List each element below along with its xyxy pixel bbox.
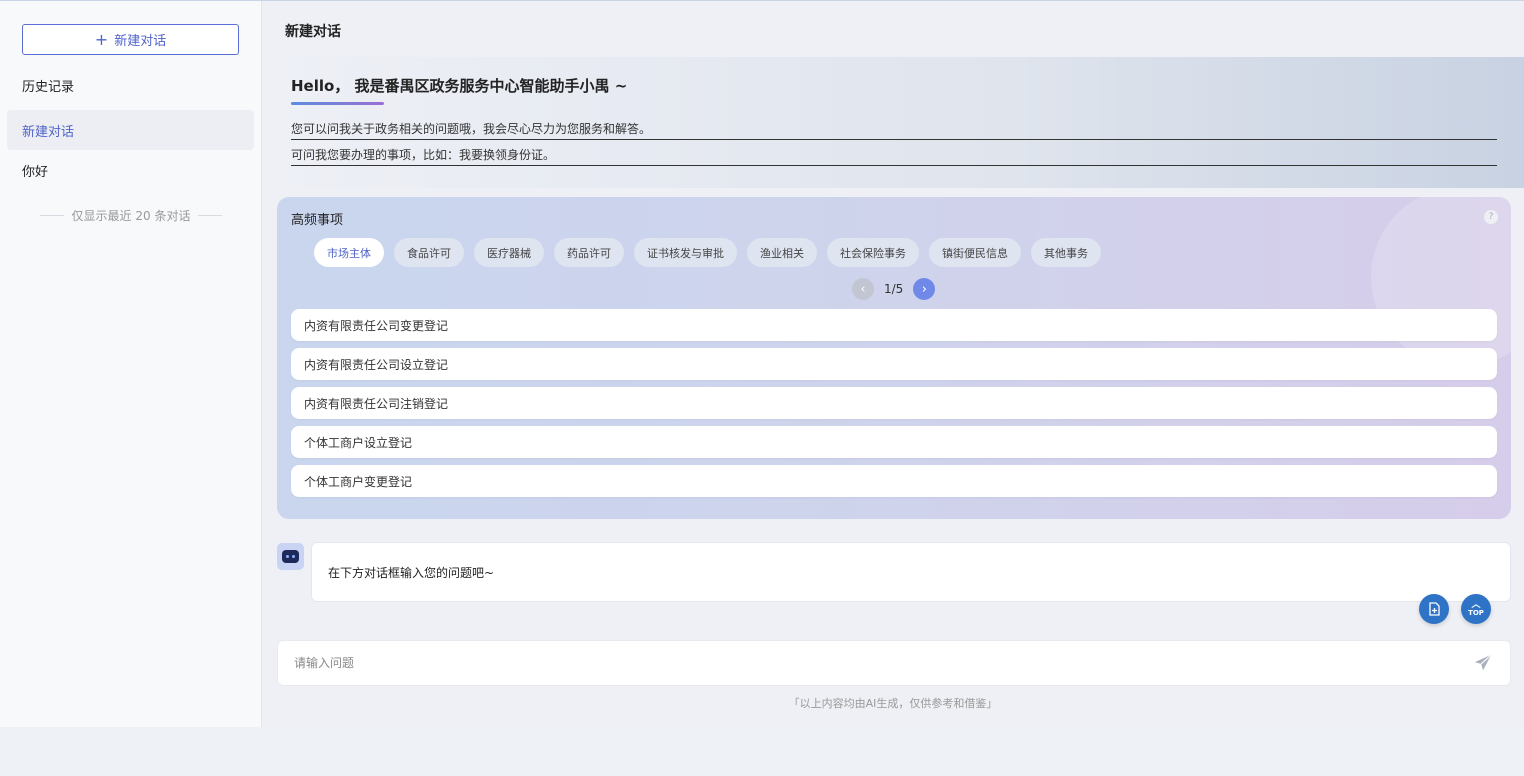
tab-other[interactable]: 其他事务: [1031, 238, 1101, 267]
welcome-line-2: 可问我您要办理的事项，比如：我要换领身份证。: [291, 140, 1497, 166]
list-item[interactable]: 个体工商户设立登记: [291, 426, 1497, 458]
tab-market-entity[interactable]: 市场主体: [314, 238, 384, 267]
main-panel: 新建对话 Hello， 我是番禺区政务服务中心智能助手小禺 ~ 您可以问我关于政…: [262, 1, 1524, 727]
top-label: TOP: [1468, 609, 1484, 617]
recent-note: 仅显示最近 20 条对话: [40, 207, 222, 224]
tab-fishery[interactable]: 渔业相关: [747, 238, 817, 267]
history-item-hello[interactable]: 你好: [7, 150, 254, 190]
frequent-title: 高频事项: [291, 213, 344, 228]
robot-icon: [282, 550, 299, 563]
chevron-left-icon[interactable]: ‹: [852, 278, 874, 300]
chevron-up-icon: ︿: [1471, 600, 1481, 610]
chat-input-box: [277, 640, 1511, 686]
bot-message: 在下方对话框输入您的问题吧~: [311, 542, 1511, 602]
send-icon[interactable]: [1472, 652, 1494, 674]
category-tabs: 市场主体 食品许可 医疗器械 药品许可 证书核发与审批 渔业相关 社会保险事务 …: [314, 238, 1101, 267]
new-document-button[interactable]: [1419, 594, 1449, 624]
tab-drug-license[interactable]: 药品许可: [554, 238, 624, 267]
tab-medical-device[interactable]: 医疗器械: [474, 238, 544, 267]
welcome-banner: Hello， 我是番禺区政务服务中心智能助手小禺 ~ 您可以问我关于政务相关的问…: [262, 57, 1524, 188]
help-icon[interactable]: ?: [1484, 210, 1498, 224]
history-item-label: 你好: [22, 164, 49, 180]
frequent-items-list: 内资有限责任公司变更登记 内资有限责任公司设立登记 内资有限责任公司注销登记 个…: [291, 309, 1497, 504]
ai-disclaimer: 「以上内容均由AI生成，仅供参考和借鉴」: [788, 697, 998, 710]
welcome-line-1: 您可以问我关于政务相关的问题哦，我会尽心尽力为您服务和解答。: [291, 114, 1497, 140]
tab-food-license[interactable]: 食品许可: [394, 238, 464, 267]
recent-note-text: 仅显示最近 20 条对话: [71, 209, 191, 223]
page-title: 新建对话: [262, 1, 1524, 57]
page-indicator: 1/5: [884, 282, 904, 296]
back-to-top-button[interactable]: ︿ TOP: [1461, 594, 1491, 624]
bot-avatar: [277, 543, 304, 570]
tab-certificate[interactable]: 证书核发与审批: [634, 238, 737, 267]
list-item[interactable]: 内资有限责任公司变更登记: [291, 309, 1497, 341]
history-item-new-chat[interactable]: 新建对话: [7, 110, 254, 150]
welcome-greeting: Hello， 我是番禺区政务服务中心智能助手小禺 ~: [291, 77, 628, 95]
new-document-icon: [1429, 602, 1440, 616]
new-chat-button[interactable]: + 新建对话: [22, 24, 239, 55]
app-window: + 新建对话 历史记录 新建对话 你好 仅显示最近 20 条对话 新建对话 He…: [0, 0, 1524, 727]
pager: ‹ 1/5 ›: [852, 278, 936, 300]
divider: [198, 215, 222, 216]
list-item[interactable]: 个体工商户变更登记: [291, 465, 1497, 497]
plus-icon: +: [94, 29, 109, 49]
sidebar: + 新建对话 历史记录 新建对话 你好 仅显示最近 20 条对话: [0, 1, 262, 727]
chevron-right-icon[interactable]: ›: [913, 278, 936, 300]
history-title: 历史记录: [22, 80, 75, 95]
question-input[interactable]: [294, 656, 1472, 670]
accent-underline: [291, 102, 384, 105]
tab-social-insurance[interactable]: 社会保险事务: [827, 238, 919, 267]
frequent-items-card: 高频事项 ? 市场主体 食品许可 医疗器械 药品许可 证书核发与审批 渔业相关 …: [277, 197, 1511, 519]
tab-town-service[interactable]: 镇街便民信息: [929, 238, 1021, 267]
divider: [40, 215, 64, 216]
history-item-label: 新建对话: [22, 124, 75, 140]
list-item[interactable]: 内资有限责任公司设立登记: [291, 348, 1497, 380]
list-item[interactable]: 内资有限责任公司注销登记: [291, 387, 1497, 419]
new-chat-label: 新建对话: [114, 34, 167, 49]
